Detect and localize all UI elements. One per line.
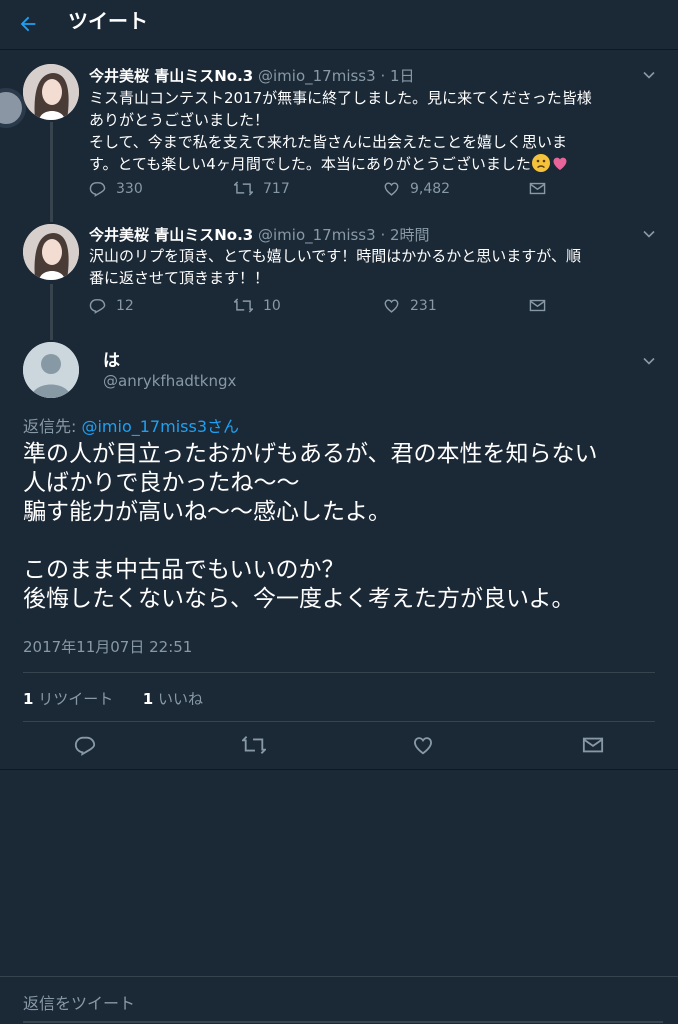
chevron-down-icon[interactable] <box>642 68 656 82</box>
like-count: 9,482 <box>410 180 451 197</box>
like-stat[interactable]: 1 いいね <box>143 690 203 708</box>
reply-count: 12 <box>116 297 134 314</box>
reply-button[interactable]: 12 <box>89 297 134 314</box>
reply-count: 330 <box>116 180 143 197</box>
tweet-time[interactable]: 2時間 <box>390 226 430 244</box>
arrow-left-icon <box>20 16 36 32</box>
reply-to-prefix: 返信先: <box>23 417 82 436</box>
like-count: 231 <box>410 297 437 314</box>
author-name[interactable]: 今井美桜 青山ミスNo.3 <box>89 226 253 244</box>
divider <box>23 721 655 722</box>
retweet-count: 10 <box>263 297 281 314</box>
tweet-text: 準の人が目立ったおかげもあるが、君の本性を知らない 人ばかりで良かったね〜〜 騙… <box>23 441 598 612</box>
thread-connector <box>50 284 53 340</box>
retweet-button[interactable]: 717 <box>234 180 290 197</box>
author-handle[interactable]: @imio_17miss3 <box>258 226 376 244</box>
author-name[interactable]: 今井美桜 青山ミスNo.3 <box>89 67 253 85</box>
retweet-count: 717 <box>263 180 290 197</box>
top-bar: ツイート <box>0 0 678 50</box>
separator: · <box>380 226 390 244</box>
reply-icon <box>89 299 106 314</box>
message-button[interactable] <box>529 297 556 314</box>
retweet-icon[interactable] <box>242 734 266 756</box>
like-button[interactable]: 231 <box>383 297 437 314</box>
main-tweet-actions <box>0 734 678 760</box>
divider <box>23 672 655 673</box>
default-avatar[interactable] <box>23 342 79 398</box>
envelope-icon <box>529 182 546 195</box>
author-handle[interactable]: @anrykfhadtkngx <box>103 372 236 390</box>
tweet-time[interactable]: 1日 <box>390 67 415 85</box>
tweet-detail-page: ツイート 今井美桜 青山ミスNo.3 @imio_17miss3 · 1日 ミス <box>0 0 678 1024</box>
avatar[interactable] <box>23 224 79 280</box>
reply-input[interactable]: 返信をツイート <box>23 990 135 1014</box>
tweet-header: 今井美桜 青山ミスNo.3 @imio_17miss3 · 1日 <box>89 66 415 86</box>
thread-connector <box>50 122 53 222</box>
retweet-stat[interactable]: 1 リツイート <box>23 690 113 708</box>
chevron-down-icon[interactable] <box>642 227 656 241</box>
like-button[interactable]: 9,482 <box>383 180 450 197</box>
envelope-icon <box>529 299 546 312</box>
tweet-text: 沢山のリプを頂き、とても嬉しいです！時間はかかるかと思いますが、順 番に返させて… <box>89 247 582 287</box>
engagement-stats: 1 リツイート 1 いいね <box>23 688 203 709</box>
tweet-actions: 330 717 9,482 <box>89 180 559 204</box>
reply-to-line: 返信先: @imio_17miss3さん <box>23 413 239 437</box>
heart-icon <box>384 182 399 196</box>
reply-to-link[interactable]: @imio_17miss3さん <box>81 417 239 436</box>
page-title: ツイート <box>68 9 148 33</box>
heart-icon <box>384 299 399 313</box>
tweet-timestamp: 2017年11月07日 22:51 <box>23 638 193 656</box>
reply-button[interactable]: 330 <box>89 180 143 197</box>
tweet-text: ミス青山コンテスト2017が無事に終了しました。見に来てくださった皆様 ありがと… <box>89 89 592 173</box>
avatar[interactable] <box>23 64 79 120</box>
retweet-icon <box>234 298 253 313</box>
reply-input-underline <box>23 1021 663 1023</box>
back-button[interactable] <box>14 10 42 38</box>
retweet-button[interactable]: 10 <box>234 297 281 314</box>
reply-icon[interactable] <box>74 734 96 756</box>
tweet-header: 今井美桜 青山ミスNo.3 @imio_17miss3 · 2時間 <box>89 225 430 245</box>
frowning-face-emoji-icon <box>531 154 550 172</box>
separator: · <box>380 67 390 85</box>
chevron-down-icon[interactable] <box>642 354 656 368</box>
tweet-actions: 12 10 231 <box>89 297 559 321</box>
message-button[interactable] <box>529 180 556 197</box>
section-separator <box>0 769 678 770</box>
author-handle[interactable]: @imio_17miss3 <box>258 67 376 85</box>
retweet-icon <box>234 181 253 196</box>
author-name[interactable]: は <box>103 346 120 371</box>
envelope-icon[interactable] <box>582 734 604 756</box>
heart-icon[interactable] <box>412 734 434 756</box>
pink-heart-emoji-icon <box>553 157 567 170</box>
reply-icon <box>89 182 106 197</box>
reply-composer[interactable]: 返信をツイート <box>0 976 678 1024</box>
